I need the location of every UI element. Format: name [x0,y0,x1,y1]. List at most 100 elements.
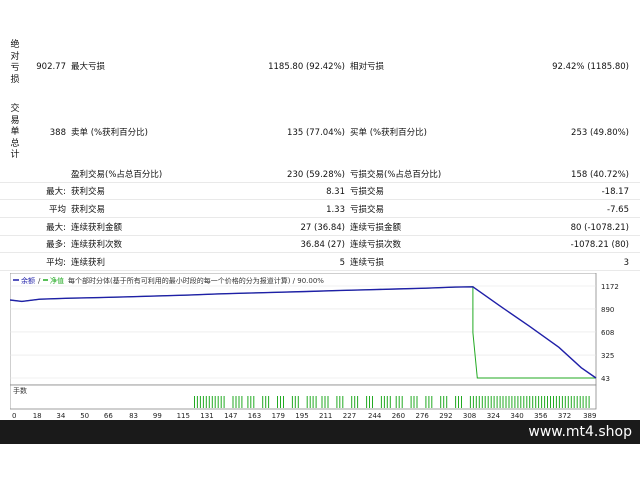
row-value-middle: 1185.80 (92.42%) [268,62,345,72]
row-separator [0,199,640,200]
volume-bar [401,396,403,408]
volume-bar [208,396,210,408]
volume-bar [553,396,554,408]
volume-bar [413,396,415,408]
row-value-middle: 230 (59.28%) [287,170,345,180]
volume-bar [214,396,216,408]
volume-bar [351,396,353,408]
chart-header-note: 每个部时分体(基于所有可利用的最小时段的每一个价格的分为报道计算) / 90.0… [68,276,324,285]
volume-bar [505,396,507,408]
x-tick-label: 227 [343,412,356,420]
volume-bar [446,396,448,408]
volume-bar [380,396,382,408]
volume-bar [561,396,563,408]
volume-bar [339,396,341,408]
row-label-right: 亏损交易(%占总百分比) [350,170,442,180]
y-tick-label: 890 [601,306,614,314]
row-separator [0,217,640,218]
volume-bar [570,396,572,408]
volume-bar [547,396,548,408]
volume-bar [366,396,368,408]
volume-bar [535,396,537,408]
volume-bar [291,396,293,408]
x-tick-label: 0 [12,412,16,420]
volume-bar [247,396,249,408]
volume-bar [265,396,267,408]
x-tick-label: 324 [487,412,501,420]
volume-bar [443,396,445,408]
row-value-right: 92.42% (1185.80) [552,62,629,72]
volume-bar [567,396,569,408]
volume-bar [499,396,501,408]
x-tick-label: 83 [129,412,138,420]
volume-bar [475,396,477,408]
volume-bar [585,396,587,408]
x-axis-ticks: 0 18 34 50 66 83 99 115 131 147 163 179 195 211 227 244… [12,412,596,420]
row-label-left: 连续获利金额 [71,223,123,233]
volume-bar [511,396,513,408]
volume-bar [425,396,427,408]
watermark-text: www.mt4.shop [528,424,632,440]
x-tick-label: 211 [319,412,332,420]
y-tick-label: 325 [601,352,614,360]
volume-bar [220,396,222,408]
volume-bar [199,396,201,408]
x-tick-label: 260 [392,412,405,420]
volume-bar [555,396,557,408]
y-tick-label: 43 [601,375,610,383]
volume-bar [410,396,412,408]
volume-bar [469,396,471,408]
volume-bar [529,396,531,408]
row-value-middle: 135 (77.04%) [287,128,345,138]
volume-bar [398,396,400,408]
row-separator [0,235,640,236]
volume-bar [194,396,195,408]
row-value-right: 253 (49.80%) [571,128,629,138]
volume-bar [306,396,308,408]
volume-bar [508,396,510,408]
volume-bar [369,396,370,408]
volume-bar [481,396,483,408]
row-value-right: -1078.21 (80) [570,240,629,250]
row-value-middle: 27 (36.84) [300,223,345,233]
volume-bar [297,396,299,408]
volume-bar [389,396,391,408]
volume-bar [588,396,590,408]
volume-bar [541,396,543,408]
x-tick-label: 372 [558,412,571,420]
volume-bar [484,396,486,408]
x-tick-label: 179 [272,412,285,420]
row-label-left: 盈利交易(%占总百分比) [71,170,163,180]
volume-bar [526,396,528,408]
x-tick-label: 115 [177,412,190,420]
volume-bar [428,396,430,408]
row-label-right: 亏损交易 [350,205,385,215]
volume-bar [564,396,566,408]
balance-chart: 1172 890 608 325 43 0 18 34 50 66 83 99 115 131 147 16… [9,272,619,420]
section-absolute-drawdown-label: 绝对亏损 [10,40,20,85]
volume-bar [294,396,296,408]
volume-label: 手数 [13,386,27,395]
volume-bar [579,396,581,408]
x-tick-label: 356 [534,412,548,420]
row-separator [0,270,640,271]
row-value-middle: 8.31 [326,187,345,197]
volume-bar [440,396,442,408]
legend-equity-label: 净值 [50,276,64,285]
volume-bar [196,396,198,408]
y-tick-label: 1172 [601,283,619,291]
x-tick-label: 340 [510,412,523,420]
x-tick-label: 131 [200,412,213,420]
row-lead-value: 388 [49,128,66,138]
y-axis-ticks: 1172 890 608 325 43 [601,283,619,383]
x-tick-label: 66 [104,412,113,420]
volume-bar [241,396,243,408]
x-tick-label: 163 [248,412,261,420]
volume-bar [517,396,519,408]
row-separator [0,182,640,183]
row-label-right: 相对亏损 [350,62,385,72]
row-value-middle: 36.84 (27) [300,240,345,250]
volume-bar [268,396,270,408]
row-value-right: 3 [623,258,629,268]
volume-bar [283,396,284,408]
